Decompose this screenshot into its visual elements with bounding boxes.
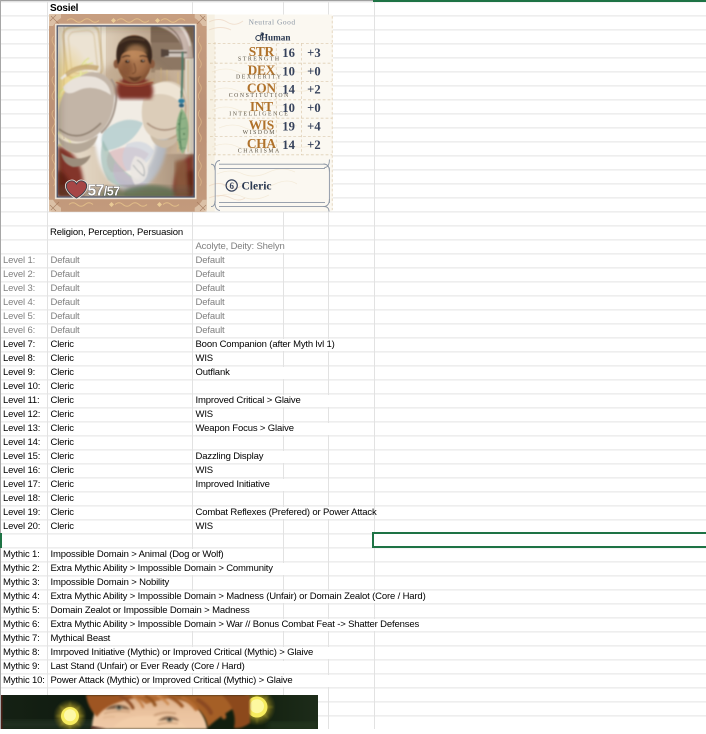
svg-text:+2: +2	[307, 138, 320, 152]
svg-text:+2: +2	[307, 83, 320, 97]
svg-text:+0: +0	[307, 101, 320, 115]
svg-text:INTELLIGENCE: INTELLIGENCE	[229, 112, 289, 118]
svg-text:+4: +4	[307, 120, 321, 134]
svg-text:DEXTERITY: DEXTERITY	[236, 75, 282, 81]
svg-text:+0: +0	[307, 64, 320, 78]
svg-text:14: 14	[282, 138, 295, 152]
svg-text:16: 16	[282, 46, 295, 60]
svg-text:57/57: 57/57	[87, 183, 120, 200]
svg-text:Neutral Good: Neutral Good	[248, 17, 295, 26]
svg-text:10: 10	[282, 64, 295, 78]
svg-text:Human: Human	[260, 32, 290, 42]
svg-text:6: 6	[229, 181, 234, 191]
svg-text:Cleric: Cleric	[241, 181, 271, 193]
svg-text:+3: +3	[307, 46, 320, 60]
svg-text:CHARISMA: CHARISMA	[237, 148, 280, 154]
svg-text:14: 14	[282, 83, 295, 97]
svg-text:WISDOM: WISDOM	[242, 130, 275, 136]
svg-text:19: 19	[282, 120, 295, 134]
svg-text:STRENGTH: STRENGTH	[237, 56, 280, 62]
svg-text:10: 10	[282, 101, 295, 115]
svg-text:CONSTITUTION: CONSTITUTION	[228, 93, 289, 99]
